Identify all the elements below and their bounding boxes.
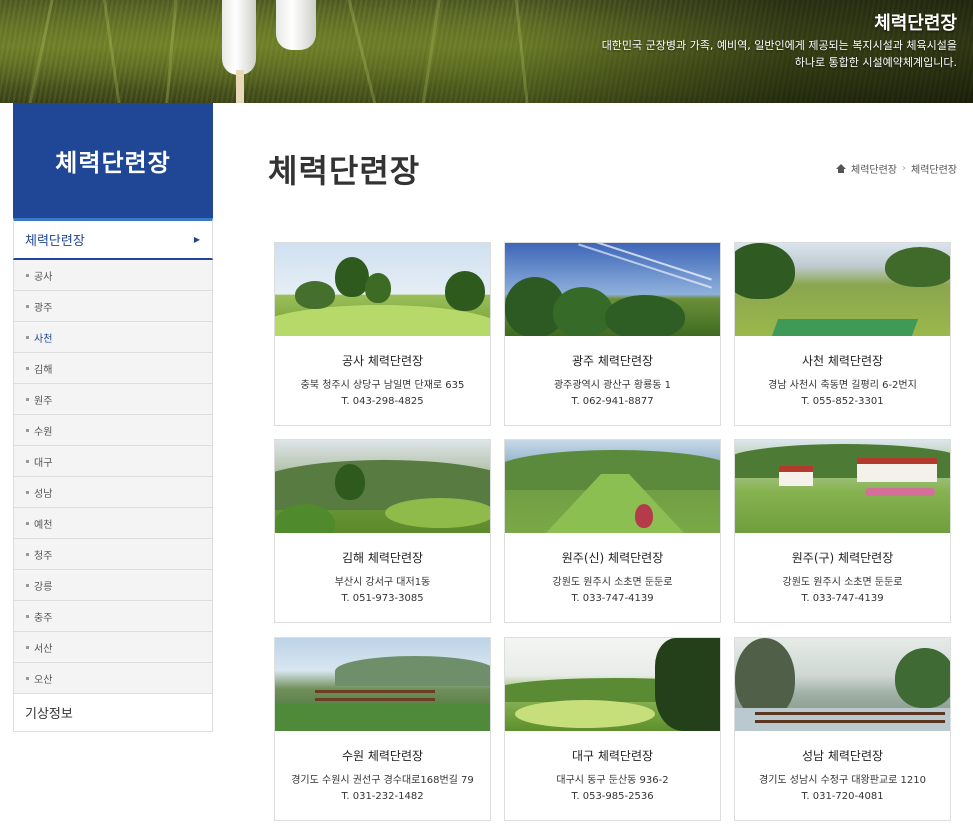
sidebar-item-weather[interactable]: 기상정보 [13,694,213,732]
facility-photo [735,243,950,336]
facility-card[interactable]: 사천 체력단련장 경남 사천시 축동면 길평리 6-2번지 T. 055-852… [734,242,951,426]
facility-name: 대구 체력단련장 [571,749,654,763]
sidebar-sub-item[interactable]: 광주 [14,291,212,322]
sidebar-sub-item[interactable]: 수원 [14,415,212,446]
facility-tel: T. 062-941-8877 [571,396,654,407]
left-sidebar: 체력단련장 체력단련장 ▶ 공사 광주 사천 김해 원주 수원 대구 성남 예천… [13,103,213,732]
facility-photo [275,243,490,336]
facility-card[interactable]: 성남 체력단련장 경기도 성남시 수정구 대왕판교로 1210 T. 031-7… [734,637,951,821]
bullet-icon [26,614,29,618]
facility-tel: T. 053-985-2536 [571,791,654,802]
facility-photo [735,638,950,731]
facility-address: 강원도 원주시 소초면 둔둔로 [782,577,903,588]
facility-address: 강원도 원주시 소초면 둔둔로 [552,577,673,588]
facility-name: 공사 체력단련장 [341,354,424,368]
facility-name: 수원 체력단련장 [341,749,424,763]
facility-tel: T. 033-747-4139 [801,593,884,604]
facility-photo [275,440,490,533]
breadcrumb-item-current[interactable]: 체력단련장 [911,161,957,176]
sidebar-sub-item[interactable]: 청주 [14,539,212,570]
golf-tee-image-2 [276,0,316,50]
facility-card[interactable]: 원주(구) 체력단련장 강원도 원주시 소초면 둔둔로 T. 033-747-4… [734,439,951,623]
golf-tee-image [222,0,256,75]
sidebar-sub-item-current[interactable]: 사천 [14,322,212,353]
facility-address: 광주광역시 광산구 황룡동 1 [553,380,672,391]
facility-card[interactable]: 대구 체력단련장 대구시 동구 둔산동 936-2 T. 053-985-253… [504,637,721,821]
facility-name: 원주(구) 체력단련장 [791,551,894,565]
sidebar-item-label: 체력단련장 [25,234,85,249]
facility-name: 원주(신) 체력단련장 [561,551,664,565]
facility-address: 대구시 동구 둔산동 936-2 [556,775,669,786]
facility-card[interactable]: 원주(신) 체력단련장 강원도 원주시 소초면 둔둔로 T. 033-747-4… [504,439,721,623]
facility-card[interactable]: 김해 체력단련장 부산시 강서구 대저1동 T. 051-973-3085 [274,439,491,623]
page-title: 체력단련장 [268,152,421,190]
bullet-icon [26,397,29,401]
home-icon[interactable] [836,164,846,173]
facility-photo [505,243,720,336]
bullet-icon [26,273,29,277]
sidebar-item-fitness[interactable]: 체력단련장 ▶ [13,218,213,260]
facility-tel: T. 033-747-4139 [571,593,654,604]
facility-photo [505,638,720,731]
chevron-right-icon: › [902,163,906,174]
facility-tel: T. 055-852-3301 [801,396,884,407]
facility-photo [505,440,720,533]
banner-title: 체력단련장 [874,13,957,34]
banner-desc-line-2: 하나로 통합한 시설예약체계입니다. [794,56,957,69]
banner-description: 대한민국 군장병과 가족, 예비역, 일반인에게 제공되는 복지시설과 체육시설… [557,37,957,71]
facility-card[interactable]: 공사 체력단련장 충북 청주시 상당구 남일면 단재로 635 T. 043-2… [274,242,491,426]
facility-name: 성남 체력단련장 [801,749,884,763]
facility-address: 경기도 성남시 수정구 대왕판교로 1210 [759,775,926,786]
facility-name: 광주 체력단련장 [571,354,654,368]
sidebar-sub-item[interactable]: 오산 [14,663,212,694]
facility-tel: T. 043-298-4825 [341,396,424,407]
bullet-icon [26,335,29,339]
facility-card[interactable]: 광주 체력단련장 광주광역시 광산구 황룡동 1 T. 062-941-8877 [504,242,721,426]
breadcrumb-item[interactable]: 체력단련장 [851,161,897,176]
caret-right-icon: ▶ [193,235,200,244]
bullet-icon [26,490,29,494]
bullet-icon [26,459,29,463]
bullet-icon [26,552,29,556]
bullet-icon [26,366,29,370]
facility-address: 충북 청주시 상당구 남일면 단재로 635 [300,380,465,391]
facility-name: 김해 체력단련장 [341,551,424,565]
banner-desc-line-1: 대한민국 군장병과 가족, 예비역, 일반인에게 제공되는 복지시설과 체육시설… [601,39,957,52]
sidebar-sub-item[interactable]: 공사 [14,260,212,291]
facility-address: 경남 사천시 축동면 길평리 6-2번지 [768,380,917,391]
top-banner: 체력단련장 대한민국 군장병과 가족, 예비역, 일반인에게 제공되는 복지시설… [0,0,973,103]
bullet-icon [26,583,29,587]
bullet-icon [26,676,29,680]
facility-tel: T. 031-720-4081 [801,791,884,802]
sidebar-heading: 체력단련장 [13,103,213,218]
bullet-icon [26,645,29,649]
bullet-icon [26,428,29,432]
sidebar-sub-item[interactable]: 대구 [14,446,212,477]
facility-tel: T. 031-232-1482 [341,791,424,802]
bullet-icon [26,304,29,308]
sidebar-sub-item[interactable]: 서산 [14,632,212,663]
sidebar-sub-item[interactable]: 성남 [14,477,212,508]
breadcrumb: 체력단련장 › 체력단련장 [836,161,957,176]
sidebar-sub-item[interactable]: 김해 [14,353,212,384]
sidebar-sub-item[interactable]: 예천 [14,508,212,539]
facility-card[interactable]: 수원 체력단련장 경기도 수원시 권선구 경수대로168번길 79 T. 031… [274,637,491,821]
facility-photo [735,440,950,533]
sidebar-sub-item[interactable]: 강릉 [14,570,212,601]
facility-name: 사천 체력단련장 [801,354,884,368]
sidebar-submenu: 공사 광주 사천 김해 원주 수원 대구 성남 예천 청주 강릉 충주 서산 오… [13,260,213,694]
facility-tel: T. 051-973-3085 [341,593,424,604]
bullet-icon [26,521,29,525]
sidebar-sub-item[interactable]: 충주 [14,601,212,632]
facility-photo [275,638,490,731]
facility-address: 부산시 강서구 대저1동 [334,577,431,588]
sidebar-sub-item[interactable]: 원주 [14,384,212,415]
facility-address: 경기도 수원시 권선구 경수대로168번길 79 [291,775,474,786]
